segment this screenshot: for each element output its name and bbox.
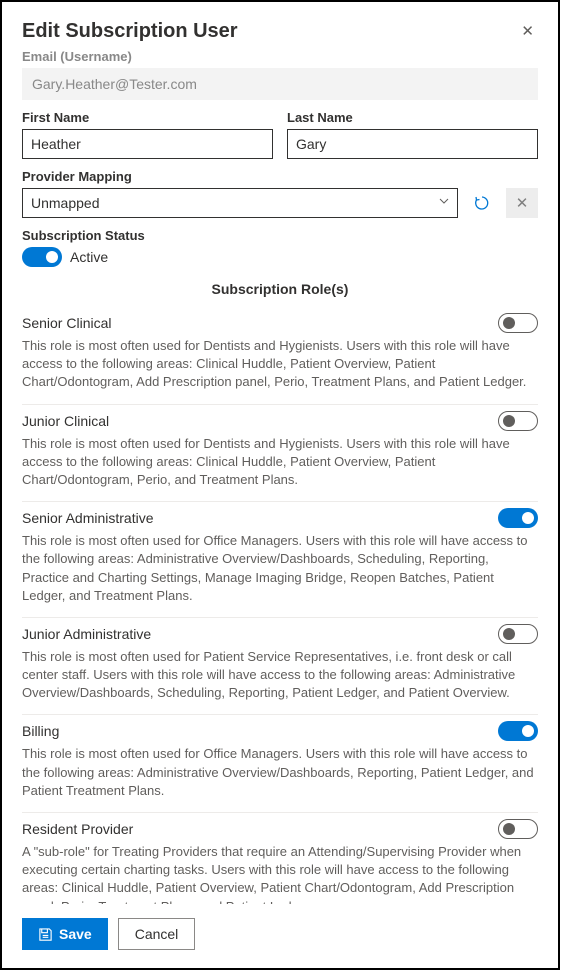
role-toggle[interactable]	[498, 508, 538, 528]
role-toggle[interactable]	[498, 721, 538, 741]
role-toggle[interactable]	[498, 313, 538, 333]
role-block: Billing This role is most often used for …	[22, 715, 538, 813]
save-button-label: Save	[59, 926, 92, 942]
close-icon: ✕	[516, 194, 529, 212]
subscription-status-text: Active	[70, 249, 108, 265]
role-title: Junior Administrative	[22, 626, 151, 642]
role-title: Senior Clinical	[22, 315, 111, 331]
roles-section-title: Subscription Role(s)	[22, 281, 538, 297]
clear-button[interactable]: ✕	[506, 188, 538, 218]
last-name-input[interactable]	[287, 129, 538, 159]
role-block: Resident Provider A "sub-role" for Treati…	[22, 813, 538, 904]
role-block: Senior Administrative This role is most o…	[22, 502, 538, 618]
provider-mapping-select[interactable]	[22, 188, 458, 218]
role-title: Resident Provider	[22, 821, 133, 837]
role-block: Senior Clinical This role is most often u…	[22, 307, 538, 405]
cancel-button[interactable]: Cancel	[118, 918, 196, 950]
role-description: A "sub-role" for Treating Providers that…	[22, 843, 538, 904]
role-description: This role is most often used for Dentist…	[22, 337, 538, 392]
provider-mapping-label: Provider Mapping	[22, 169, 538, 184]
first-name-input[interactable]	[22, 129, 273, 159]
role-description: This role is most often used for Office …	[22, 532, 538, 605]
role-description: This role is most often used for Patient…	[22, 648, 538, 703]
panel-title: Edit Subscription User	[22, 20, 238, 43]
role-description: This role is most often used for Dentist…	[22, 435, 538, 490]
role-toggle[interactable]	[498, 624, 538, 644]
role-toggle[interactable]	[498, 411, 538, 431]
email-label: Email (Username)	[22, 49, 538, 64]
role-title: Junior Clinical	[22, 413, 109, 429]
save-icon	[38, 927, 53, 942]
subscription-status-label: Subscription Status	[22, 228, 538, 243]
role-title: Billing	[22, 723, 59, 739]
save-button[interactable]: Save	[22, 918, 108, 950]
subscription-status-toggle[interactable]	[22, 247, 62, 267]
email-value: Gary.Heather@Tester.com	[22, 68, 538, 100]
refresh-button[interactable]	[466, 188, 498, 218]
refresh-icon	[474, 195, 490, 211]
role-description: This role is most often used for Office …	[22, 745, 538, 800]
first-name-label: First Name	[22, 110, 273, 125]
role-block: Junior Administrative This role is most o…	[22, 618, 538, 716]
role-block: Junior Clinical This role is most often u…	[22, 405, 538, 503]
close-icon[interactable]: ✕	[517, 20, 538, 42]
role-toggle[interactable]	[498, 819, 538, 839]
role-title: Senior Administrative	[22, 510, 154, 526]
last-name-label: Last Name	[287, 110, 538, 125]
